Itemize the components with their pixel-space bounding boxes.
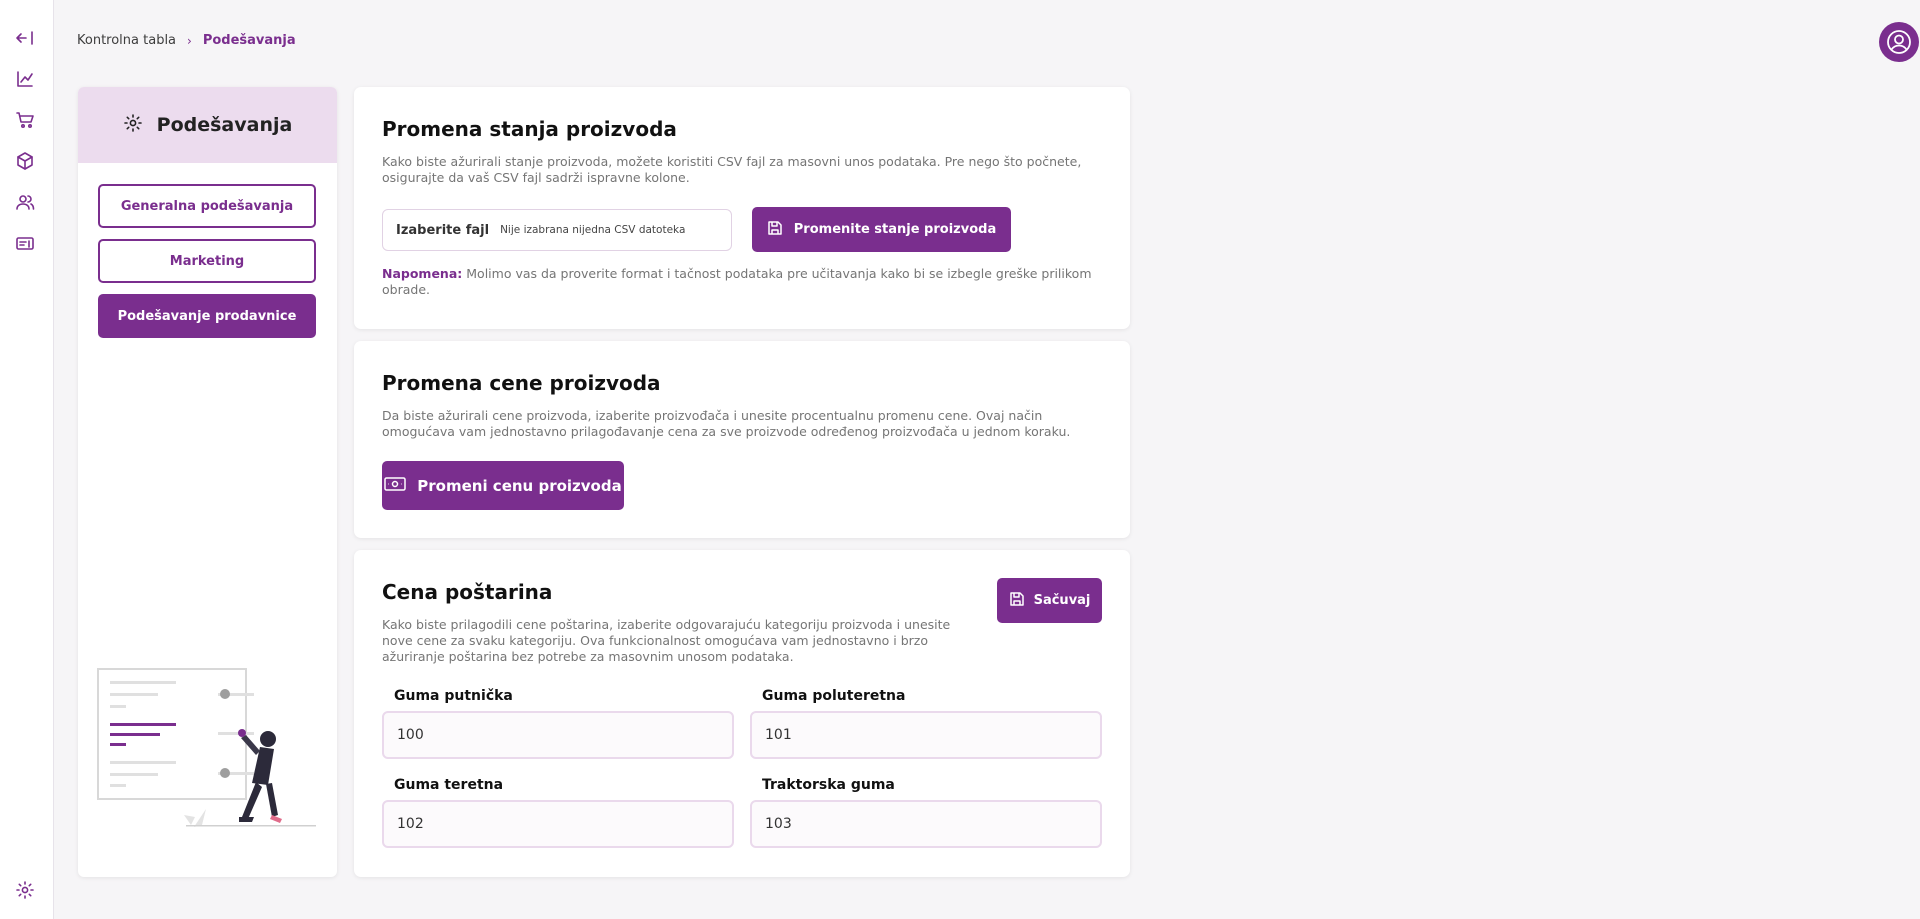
save-button[interactable]: Sačuvaj [997, 578, 1102, 623]
shipping-price-description: Kako biste prilagodili cene poštarina, i… [382, 617, 951, 664]
field-label-passenger-tire: Guma putnička [394, 688, 513, 704]
field-label-light-truck-tire: Guma poluteretna [762, 688, 906, 704]
change-price-button-label: Promeni cenu proizvoda [417, 476, 622, 495]
price-update-card: Promena cene proizvoda Da biste ažuriral… [354, 341, 1130, 538]
change-price-button[interactable]: Promeni cenu proizvoda [382, 461, 624, 510]
gear-icon [123, 113, 143, 137]
csv-file-input[interactable]: Izaberite fajl Nije izabrana nijedna CSV… [382, 209, 732, 251]
file-chosen-status: Nije izabrana nijedna CSV datoteka [500, 224, 686, 236]
save-icon [767, 220, 783, 240]
save-button-label: Sačuvaj [1033, 593, 1091, 608]
breadcrumb: Kontrolna tabla › Podešavanja [77, 33, 296, 48]
icon-rail [0, 0, 54, 919]
box-icon[interactable] [15, 151, 35, 171]
shipping-price-card: Cena poštarina Kako biste prilagodili ce… [354, 550, 1130, 877]
cart-icon[interactable] [15, 110, 35, 130]
shipping-price-title: Cena poštarina [382, 580, 553, 604]
truck-tire-price-input[interactable] [382, 800, 734, 848]
user-avatar-button[interactable] [1879, 22, 1919, 62]
sidebar-item-store-settings[interactable]: Podešavanje prodavnice [98, 294, 316, 338]
ticket-icon[interactable] [15, 233, 35, 253]
settings-sidebar-header: Podešavanja [78, 87, 337, 163]
users-icon[interactable] [15, 192, 35, 212]
settings-sidebar: Podešavanja Generalna podešavanja Market… [78, 87, 337, 877]
price-update-title: Promena cene proizvoda [382, 371, 661, 395]
sidebar-item-marketing[interactable]: Marketing [98, 239, 316, 283]
field-label-truck-tire: Guma teretna [394, 777, 504, 793]
settings-sidebar-title: Podešavanja [156, 114, 293, 136]
stock-update-note: Napomena: Molimo vas da proverite format… [382, 266, 1102, 298]
update-stock-button[interactable]: Promenite stanje proizvoda [752, 207, 1011, 252]
chevron-right-icon: › [187, 33, 192, 48]
note-text: Molimo vas da proverite format i tačnost… [382, 266, 1092, 297]
settings-illustration [97, 668, 316, 827]
light-truck-tire-price-input[interactable] [750, 711, 1102, 759]
collapse-sidebar-icon[interactable] [15, 28, 35, 48]
stock-update-title: Promena stanja proizvoda [382, 117, 677, 141]
money-icon [384, 476, 407, 496]
stock-update-description: Kako biste ažurirali stanje proizvoda, m… [382, 154, 1082, 185]
price-update-description: Da biste ažurirali cene proizvoda, izabe… [382, 408, 1071, 439]
settings-icon[interactable] [15, 880, 35, 900]
user-circle-icon [1887, 30, 1911, 54]
chart-icon[interactable] [15, 69, 35, 89]
breadcrumb-current: Podešavanja [202, 33, 296, 48]
save-icon [1009, 591, 1025, 611]
update-stock-button-label: Promenite stanje proizvoda [793, 222, 997, 237]
stock-update-card: Promena stanja proizvoda Kako biste ažur… [354, 87, 1130, 329]
sidebar-item-general-settings[interactable]: Generalna podešavanja [98, 184, 316, 228]
breadcrumb-home[interactable]: Kontrolna tabla [77, 33, 176, 48]
passenger-tire-price-input[interactable] [382, 711, 734, 759]
tractor-tire-price-input[interactable] [750, 800, 1102, 848]
file-choose-label[interactable]: Izaberite fajl [396, 223, 489, 238]
note-label: Napomena: [382, 266, 463, 281]
field-label-tractor-tire: Traktorska guma [762, 777, 895, 793]
